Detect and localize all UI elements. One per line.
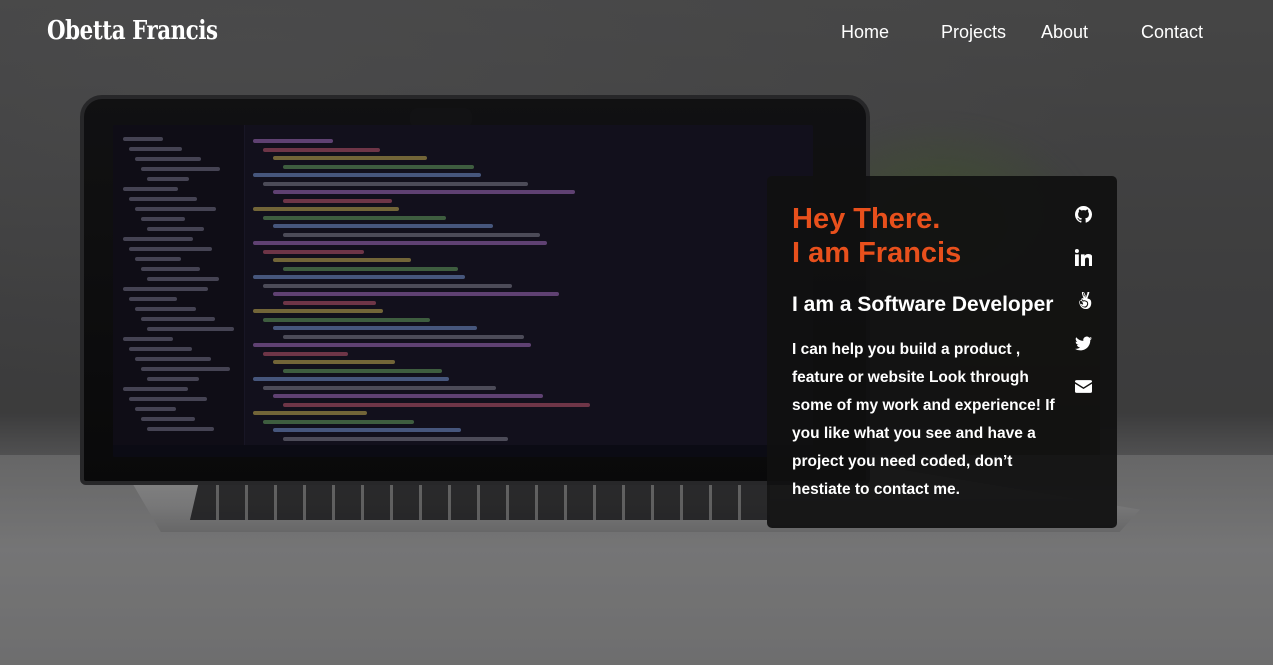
nav-projects-link[interactable]: Projects — [941, 22, 1006, 43]
github-icon — [1074, 205, 1092, 223]
github-link[interactable] — [1071, 202, 1095, 226]
linkedin-link[interactable] — [1071, 245, 1095, 269]
nav-home-link[interactable]: Home — [841, 22, 889, 43]
twitter-link[interactable] — [1071, 331, 1095, 355]
twitter-icon — [1074, 336, 1092, 350]
site-logo[interactable]: Obetta Francis — [47, 16, 218, 46]
email-link[interactable] — [1071, 374, 1095, 398]
angellist-link[interactable] — [1071, 288, 1095, 312]
linkedin-icon — [1074, 248, 1092, 266]
greeting-heading: Hey There. I am Francis — [792, 202, 961, 270]
site-header: Obetta Francis Home Projects About Conta… — [0, 0, 1273, 66]
angellist-icon — [1078, 291, 1091, 309]
intro-card: Hey There. I am Francis I am a Software … — [767, 176, 1117, 528]
greeting-line-1: Hey There. — [792, 203, 941, 235]
role-heading: I am a Software Developer — [792, 293, 1054, 316]
greeting-line-2: I am Francis — [792, 237, 962, 269]
nav-about-link[interactable]: About — [1041, 22, 1088, 43]
intro-description: I can help you build a product , feature… — [792, 341, 1055, 498]
nav-contact-link[interactable]: Contact — [1141, 22, 1203, 43]
email-icon — [1074, 379, 1092, 393]
